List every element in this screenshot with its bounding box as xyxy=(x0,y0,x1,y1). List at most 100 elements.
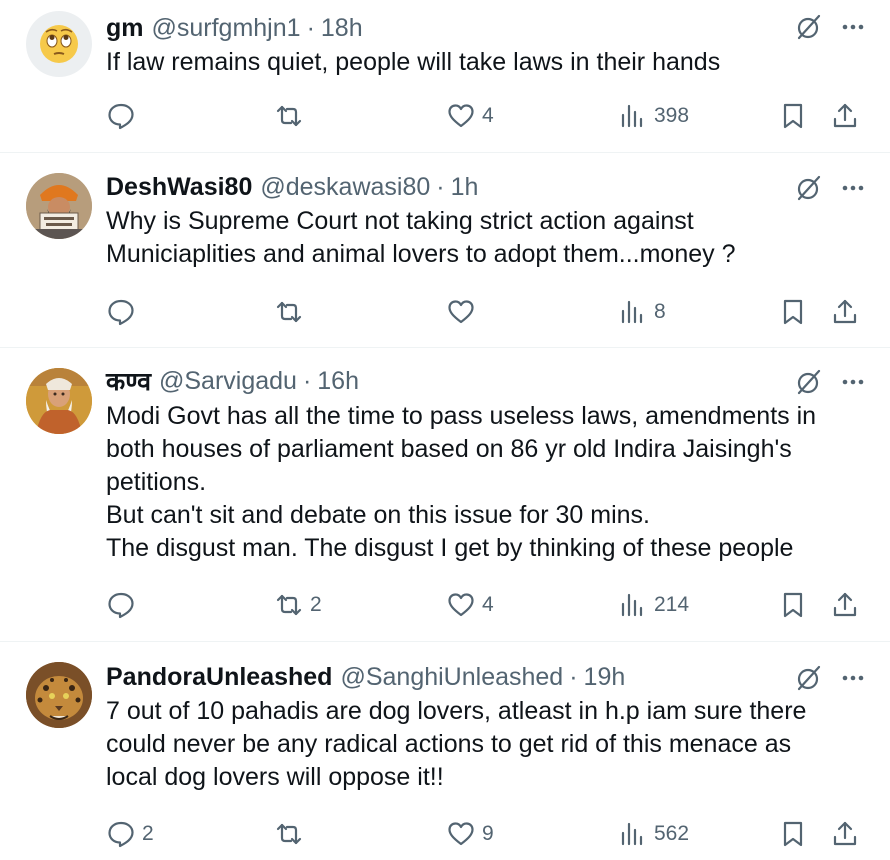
tweet-text-line: local dog lovers will oppose it!! xyxy=(106,763,444,791)
reply-count: 2 xyxy=(142,822,154,845)
timestamp[interactable]: 1h xyxy=(451,173,479,202)
tweet[interactable]: PandoraUnleashed @SanghiUnleashed · 19h … xyxy=(0,642,890,860)
tweet-text: Modi Govt has all the time to pass usele… xyxy=(106,400,860,565)
like-button[interactable]: 9 xyxy=(446,817,494,851)
tweet[interactable]: कण्व @Sarvigadu · 16h Modi Govt has all … xyxy=(0,348,890,642)
views-icon xyxy=(621,104,643,128)
retweet-button[interactable] xyxy=(274,817,310,851)
views-button[interactable]: 562 xyxy=(618,817,689,851)
share-icon xyxy=(833,821,857,846)
action-bar: 4 398 xyxy=(106,99,870,133)
views-icon xyxy=(621,822,643,846)
retweet-button[interactable] xyxy=(274,295,310,329)
views-button[interactable]: 214 xyxy=(618,588,689,622)
avatar[interactable] xyxy=(26,368,92,434)
view-count: 398 xyxy=(654,104,690,127)
avatar[interactable] xyxy=(26,173,92,239)
share-button[interactable] xyxy=(830,817,860,851)
separator-dot: · xyxy=(302,366,312,395)
tweet-text-line: If law remains quiet, people will take l… xyxy=(106,48,721,76)
timestamp[interactable]: 16h xyxy=(317,367,359,396)
tweet[interactable]: DeshWasi80 @deskawasi80 · 1h Why is Supr… xyxy=(0,153,890,348)
more-icon[interactable] xyxy=(838,12,868,42)
like-count: 4 xyxy=(482,104,494,127)
tweet-text-line: But can't sit and debate on this issue f… xyxy=(106,501,650,529)
display-name[interactable]: gm xyxy=(106,14,144,43)
reply-icon xyxy=(108,821,134,848)
sage-painting-avatar xyxy=(26,368,92,434)
retweet-button[interactable]: 2 xyxy=(274,588,322,622)
tweet-text: If law remains quiet, people will take l… xyxy=(106,46,860,79)
tweet-text-line: petitions. xyxy=(106,468,207,496)
bookmark-icon xyxy=(783,821,803,847)
bookmark-icon xyxy=(783,592,803,618)
share-button[interactable] xyxy=(830,295,860,329)
display-name[interactable]: PandoraUnleashed xyxy=(106,663,332,692)
tweet-text-line: The disgust man. The disgust I get by th… xyxy=(106,534,794,562)
grok-icon[interactable] xyxy=(794,12,824,42)
views-button[interactable]: 8 xyxy=(618,295,666,329)
more-icon[interactable] xyxy=(838,173,868,203)
action-bar: 2 4 214 xyxy=(106,588,870,622)
reply-button[interactable] xyxy=(106,295,142,329)
turbaned-man-avatar xyxy=(26,173,92,239)
retweet-button[interactable] xyxy=(274,99,310,133)
retweet-icon xyxy=(276,301,302,323)
timestamp[interactable]: 18h xyxy=(321,14,363,43)
handle[interactable]: @surfgmhjn1 xyxy=(152,14,301,43)
grok-icon[interactable] xyxy=(794,663,824,693)
heart-icon xyxy=(448,104,474,128)
like-button[interactable] xyxy=(446,295,482,329)
share-icon xyxy=(833,592,857,617)
display-name[interactable]: DeshWasi80 xyxy=(106,173,252,202)
more-icon[interactable] xyxy=(838,367,868,397)
retweet-icon xyxy=(276,823,302,845)
tweet-text-line: could never be any radical actions to ge… xyxy=(106,730,792,758)
share-button[interactable] xyxy=(830,99,860,133)
retweet-icon xyxy=(276,594,302,616)
like-count: 9 xyxy=(482,822,494,845)
tweet-text-line: Modi Govt has all the time to pass usele… xyxy=(106,402,817,430)
leopard-avatar xyxy=(26,662,92,728)
avatar[interactable] xyxy=(26,11,92,77)
bookmark-icon xyxy=(783,299,803,325)
avatar[interactable] xyxy=(26,662,92,728)
tweet-text-line: Why is Supreme Court not taking strict a… xyxy=(106,207,694,235)
like-button[interactable]: 4 xyxy=(446,99,494,133)
reply-feed: gm @surfgmhjn1 · 18h If law remains quie… xyxy=(0,0,890,860)
tweet-text: Why is Supreme Court not taking strict a… xyxy=(106,205,860,271)
reply-icon xyxy=(108,299,134,326)
action-bar: 8 xyxy=(106,295,870,329)
bookmark-button[interactable] xyxy=(778,588,808,622)
views-button[interactable]: 398 xyxy=(618,99,689,133)
heart-icon xyxy=(448,822,474,846)
separator-dot: · xyxy=(306,13,315,42)
tweet-text-line: Municiaplities and animal lovers to adop… xyxy=(106,240,736,268)
grok-icon[interactable] xyxy=(794,367,824,397)
separator-dot: · xyxy=(436,172,445,201)
handle[interactable]: @Sarvigadu xyxy=(159,367,297,396)
timestamp[interactable]: 19h xyxy=(584,663,626,692)
bookmark-button[interactable] xyxy=(778,295,808,329)
action-bar: 2 9 562 xyxy=(106,817,870,851)
bookmark-button[interactable] xyxy=(778,99,808,133)
reply-button[interactable] xyxy=(106,99,142,133)
view-count: 562 xyxy=(654,822,690,845)
reply-button[interactable] xyxy=(106,588,142,622)
grok-icon[interactable] xyxy=(794,173,824,203)
share-button[interactable] xyxy=(830,588,860,622)
like-count: 4 xyxy=(482,593,494,616)
like-button[interactable]: 4 xyxy=(446,588,494,622)
display-name[interactable]: कण्व xyxy=(106,364,151,398)
bookmark-button[interactable] xyxy=(778,817,808,851)
tweet-text-line: both houses of parliament based on 86 yr… xyxy=(106,435,792,463)
heart-icon xyxy=(448,300,474,324)
handle[interactable]: @SanghiUnleashed xyxy=(340,663,563,692)
view-count: 8 xyxy=(654,300,666,323)
handle[interactable]: @deskawasi80 xyxy=(260,173,430,202)
reply-button[interactable]: 2 xyxy=(106,817,154,851)
tweet[interactable]: gm @surfgmhjn1 · 18h If law remains quie… xyxy=(0,0,890,153)
more-icon[interactable] xyxy=(838,663,868,693)
rolling-eyes-emoji-avatar xyxy=(40,25,78,63)
tweet-text: 7 out of 10 pahadis are dog lovers, atle… xyxy=(106,695,860,794)
